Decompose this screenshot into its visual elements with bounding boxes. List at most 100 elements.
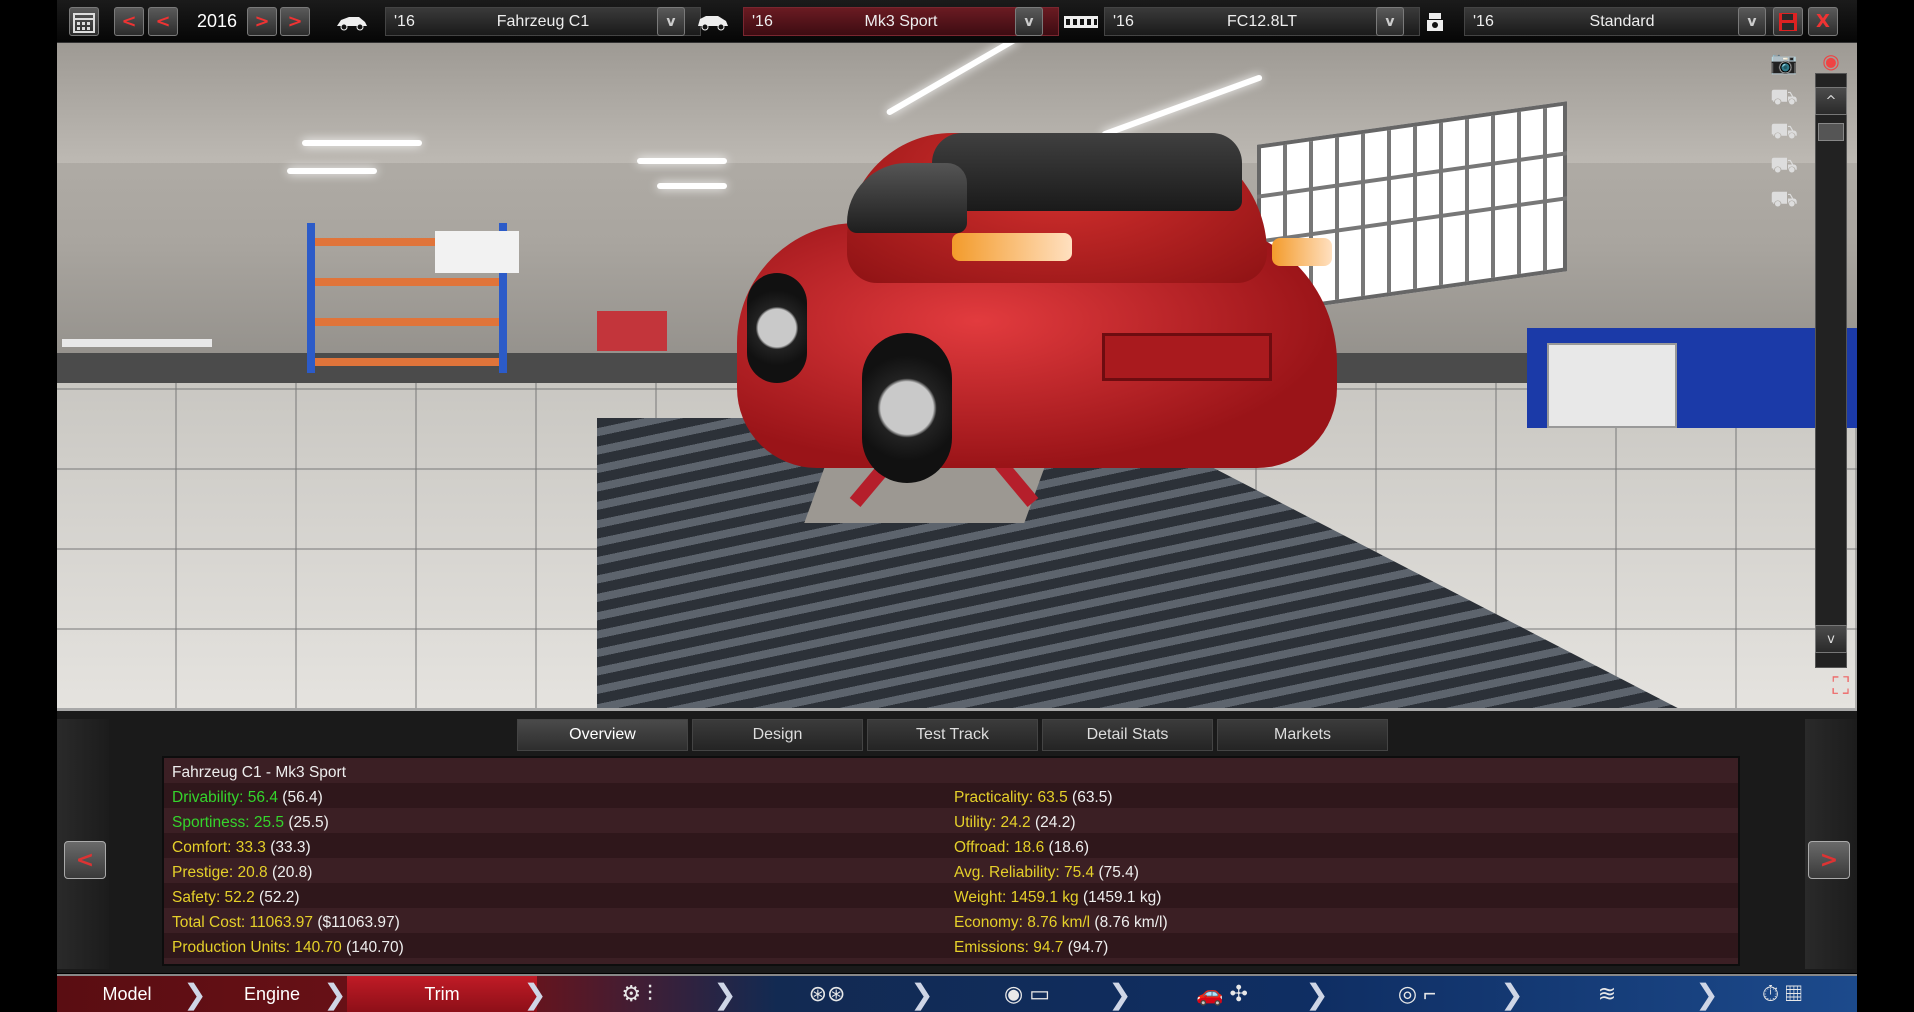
stat-value: (63.5)	[1072, 789, 1113, 806]
chevron-right-icon: ❯	[1695, 977, 1719, 1011]
model-dropdown-button[interactable]: v	[657, 7, 685, 36]
tab-overview[interactable]: Overview	[517, 719, 688, 751]
nav-engine[interactable]: Engine	[207, 976, 337, 1012]
chevron-right-icon: ❯	[323, 977, 347, 1011]
camera-preset-bar: 📷 ⛟ ⛟ ⛟ ⛟	[1759, 51, 1809, 221]
trim-select[interactable]: '16 Mk3 Sport	[743, 7, 1059, 36]
interior-seat-icon[interactable]: ◎ ⌐	[1327, 976, 1507, 1012]
tab-markets[interactable]: Markets	[1217, 719, 1388, 751]
zoom-scrollbar[interactable]	[1815, 73, 1847, 668]
year-forward-fast-button[interactable]: >	[280, 7, 310, 36]
stat-value: (25.5)	[288, 814, 329, 831]
suspension-spring-icon[interactable]: ≋	[1527, 976, 1687, 1012]
close-button[interactable]: X	[1808, 7, 1838, 36]
stat-row: Comfort: 33.3 (33.3)	[172, 836, 311, 860]
engine-variant-select[interactable]: '16 Standard	[1464, 7, 1780, 36]
scroll-up-button[interactable]: ^	[1815, 87, 1847, 115]
stat-value: (52.2)	[259, 889, 300, 906]
stat-value: (94.7)	[1067, 939, 1109, 956]
tab-test-track[interactable]: Test Track	[867, 719, 1038, 751]
car-model-icon	[332, 9, 372, 35]
engine-dropdown-button[interactable]: v	[1376, 7, 1404, 36]
scroll-down-button[interactable]: v	[1815, 625, 1847, 653]
view-rear-icon[interactable]: ⛟	[1759, 153, 1809, 187]
ceiling-lamp	[287, 168, 377, 174]
year-back-button[interactable]: <	[148, 7, 178, 36]
nav-model[interactable]: Model	[57, 976, 197, 1012]
stat-row: Safety: 52.2 (52.2)	[172, 886, 300, 910]
chevron-right-icon: ❯	[523, 977, 547, 1011]
camera-icon[interactable]: 📷	[1759, 51, 1809, 85]
stats-panel: Overview Design Test Track Detail Stats …	[57, 708, 1857, 973]
aero-fan-icon[interactable]: 🚗 ✣	[1132, 976, 1312, 1012]
trim-dropdown-button[interactable]: v	[1015, 7, 1043, 36]
engine-variant-name: Standard	[1589, 13, 1655, 30]
stat-value: (1459.1 kg)	[1082, 889, 1162, 906]
stat-row: Sportiness: 25.5 (25.5)	[172, 811, 329, 835]
car-side-window	[847, 163, 967, 233]
car-taillight-left	[952, 233, 1072, 261]
tab-design[interactable]: Design	[692, 719, 863, 751]
stat-label: Offroad: 18.6	[954, 839, 1045, 856]
model-select[interactable]: '16 Fahrzeug C1	[385, 7, 701, 36]
stat-label: Prestige: 20.8	[172, 864, 268, 881]
ceiling-lamp	[302, 140, 422, 146]
chevron-right-icon: ❯	[910, 977, 934, 1011]
stat-value: (18.6)	[1048, 839, 1090, 856]
view-front-icon[interactable]: ⛟	[1759, 85, 1809, 119]
stat-label: Comfort: 33.3	[172, 839, 266, 856]
view-top-icon[interactable]: ⛟	[1759, 187, 1809, 221]
ceiling-lamp	[637, 158, 727, 164]
car-title: Fahrzeug C1 - Mk3 Sport	[172, 764, 347, 781]
top-toolbar: < < 2016 > > '16 Fahrzeug C1 v '16 Mk3 S…	[57, 0, 1857, 43]
brakes-body-icon[interactable]: ◉ ▭	[937, 976, 1117, 1012]
chevron-right-icon: ❯	[713, 977, 737, 1011]
blue-cabinet	[1527, 328, 1857, 428]
engine-variant-dropdown-button[interactable]: v	[1738, 7, 1766, 36]
stat-row: Prestige: 20.8 (20.8)	[172, 861, 312, 885]
chevron-right-icon: ❯	[1305, 977, 1329, 1011]
stat-row: Economy: 8.76 km/l (8.76 km/l)	[954, 911, 1168, 935]
stat-row: Total Cost: 11063.97 ($11063.97)	[172, 911, 400, 935]
year-forward-button[interactable]: >	[247, 7, 277, 36]
stat-label: Weight: 1459.1 kg	[954, 889, 1079, 906]
stat-label: Avg. Reliability: 75.4	[954, 864, 1095, 881]
fullscreen-icon[interactable]: ⛶	[1832, 672, 1849, 700]
stat-row: Production Units: 140.70 (140.70)	[172, 936, 404, 960]
stat-label: Sportiness: 25.5	[172, 814, 285, 831]
stat-row: Weight: 1459.1 kg (1459.1 kg)	[954, 886, 1161, 910]
stat-value: (75.4)	[1098, 864, 1139, 881]
nav-trim[interactable]: Trim	[347, 976, 537, 1012]
stat-label: Practicality: 63.5	[954, 789, 1068, 806]
whiteboard	[435, 231, 519, 273]
prev-page-button[interactable]: <	[64, 841, 106, 879]
stat-label: Economy: 8.76 km/l	[954, 914, 1091, 931]
finish-flag-icon[interactable]: ⏱ ▦	[1717, 976, 1847, 1012]
stat-row: Offroad: 18.6 (18.6)	[954, 836, 1089, 860]
stat-value: (56.4)	[282, 789, 323, 806]
gearbox-icon[interactable]: ⚙ ⫶	[547, 976, 727, 1012]
calendar-icon[interactable]	[69, 7, 99, 36]
car-rear-window	[932, 133, 1242, 211]
stat-label: Utility: 24.2	[954, 814, 1031, 831]
engine-select[interactable]: '16 FC12.8LT	[1104, 7, 1420, 36]
car-trim-icon	[693, 9, 733, 35]
stat-row: Avg. Reliability: 75.4 (75.4)	[954, 861, 1139, 885]
scroll-thumb[interactable]	[1818, 123, 1844, 141]
tab-detail-stats[interactable]: Detail Stats	[1042, 719, 1213, 751]
car-wheel	[862, 333, 952, 483]
view-side-icon[interactable]: ⛟	[1759, 119, 1809, 153]
eye-icon[interactable]: ◉	[1811, 49, 1851, 73]
panel-tabs: Overview Design Test Track Detail Stats …	[517, 719, 1388, 751]
car-3d-viewport[interactable]: 📷 ⛟ ⛟ ⛟ ⛟ ◉ ^ v ⛶	[57, 43, 1857, 708]
car-taillight-right	[1272, 238, 1332, 266]
year-back-fast-button[interactable]: <	[114, 7, 144, 36]
stat-row: Utility: 24.2 (24.2)	[954, 811, 1075, 835]
next-page-button[interactable]: >	[1808, 841, 1850, 879]
stat-row: Emissions: 94.7 (94.7)	[954, 936, 1108, 960]
wheels-icon[interactable]: ⊛⊛	[737, 976, 917, 1012]
save-icon[interactable]	[1773, 7, 1803, 36]
engine-name: FC12.8LT	[1227, 13, 1297, 30]
model-name: Fahrzeug C1	[496, 13, 590, 30]
stat-value: (140.70)	[346, 939, 404, 956]
